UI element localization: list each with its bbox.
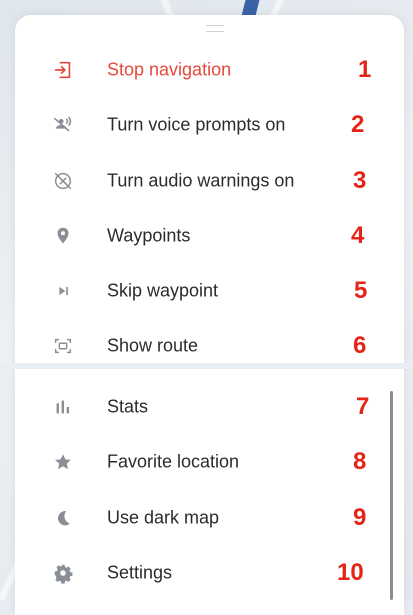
moon-icon bbox=[52, 507, 74, 529]
section-divider bbox=[0, 363, 413, 369]
menu-item-settings[interactable]: Settings 10 bbox=[15, 545, 404, 601]
alert-off-icon bbox=[52, 170, 74, 192]
annotation-number: 9 bbox=[353, 504, 367, 531]
menu-scrollbar[interactable] bbox=[390, 391, 393, 600]
sheet-drag-handle[interactable] bbox=[206, 25, 224, 32]
annotation-number: 7 bbox=[356, 393, 370, 420]
menu-item-audio-warnings[interactable]: Turn audio warnings on 3 bbox=[15, 153, 404, 209]
menu-item-label: Use dark map bbox=[107, 507, 220, 528]
annotation-number: 4 bbox=[351, 222, 365, 249]
menu-item-voice-prompts[interactable]: Turn voice prompts on 2 bbox=[15, 97, 404, 153]
menu-item-waypoints[interactable]: Waypoints 4 bbox=[15, 208, 404, 264]
voice-off-icon bbox=[52, 114, 74, 136]
menu-item-dark-map[interactable]: Use dark map 9 bbox=[15, 490, 404, 546]
menu-item-label: Settings bbox=[107, 562, 173, 583]
star-icon bbox=[52, 451, 74, 473]
menu-item-label: Turn voice prompts on bbox=[107, 114, 286, 135]
bar-chart-icon bbox=[52, 396, 74, 418]
menu-item-label: Turn audio warnings on bbox=[107, 170, 295, 191]
menu-item-label: Waypoints bbox=[107, 225, 191, 246]
menu-item-label: Favorite location bbox=[107, 451, 240, 472]
annotation-number: 8 bbox=[353, 448, 367, 475]
menu-item-label: Show route bbox=[107, 335, 199, 356]
gear-icon bbox=[52, 562, 74, 584]
exit-icon bbox=[52, 59, 74, 81]
annotation-number: 1 bbox=[358, 56, 372, 83]
annotation-number: 5 bbox=[354, 277, 368, 304]
menu-item-label: Stop navigation bbox=[107, 59, 232, 80]
menu-item-label: Stats bbox=[107, 396, 149, 417]
annotation-number: 2 bbox=[351, 111, 365, 138]
menu-item-stop-navigation[interactable]: Stop navigation 1 bbox=[15, 42, 404, 98]
skip-icon bbox=[52, 280, 74, 302]
annotation-number: 6 bbox=[353, 332, 367, 359]
pin-icon bbox=[52, 225, 74, 247]
route-frame-icon bbox=[52, 335, 74, 357]
menu-item-label: Skip waypoint bbox=[107, 280, 219, 301]
annotation-number: 10 bbox=[337, 559, 364, 586]
menu-item-stats[interactable]: Stats 7 bbox=[15, 379, 404, 435]
menu-item-favorite-location[interactable]: Favorite location 8 bbox=[15, 434, 404, 490]
annotation-number: 3 bbox=[353, 167, 367, 194]
menu-item-skip-waypoint[interactable]: Skip waypoint 5 bbox=[15, 263, 404, 319]
